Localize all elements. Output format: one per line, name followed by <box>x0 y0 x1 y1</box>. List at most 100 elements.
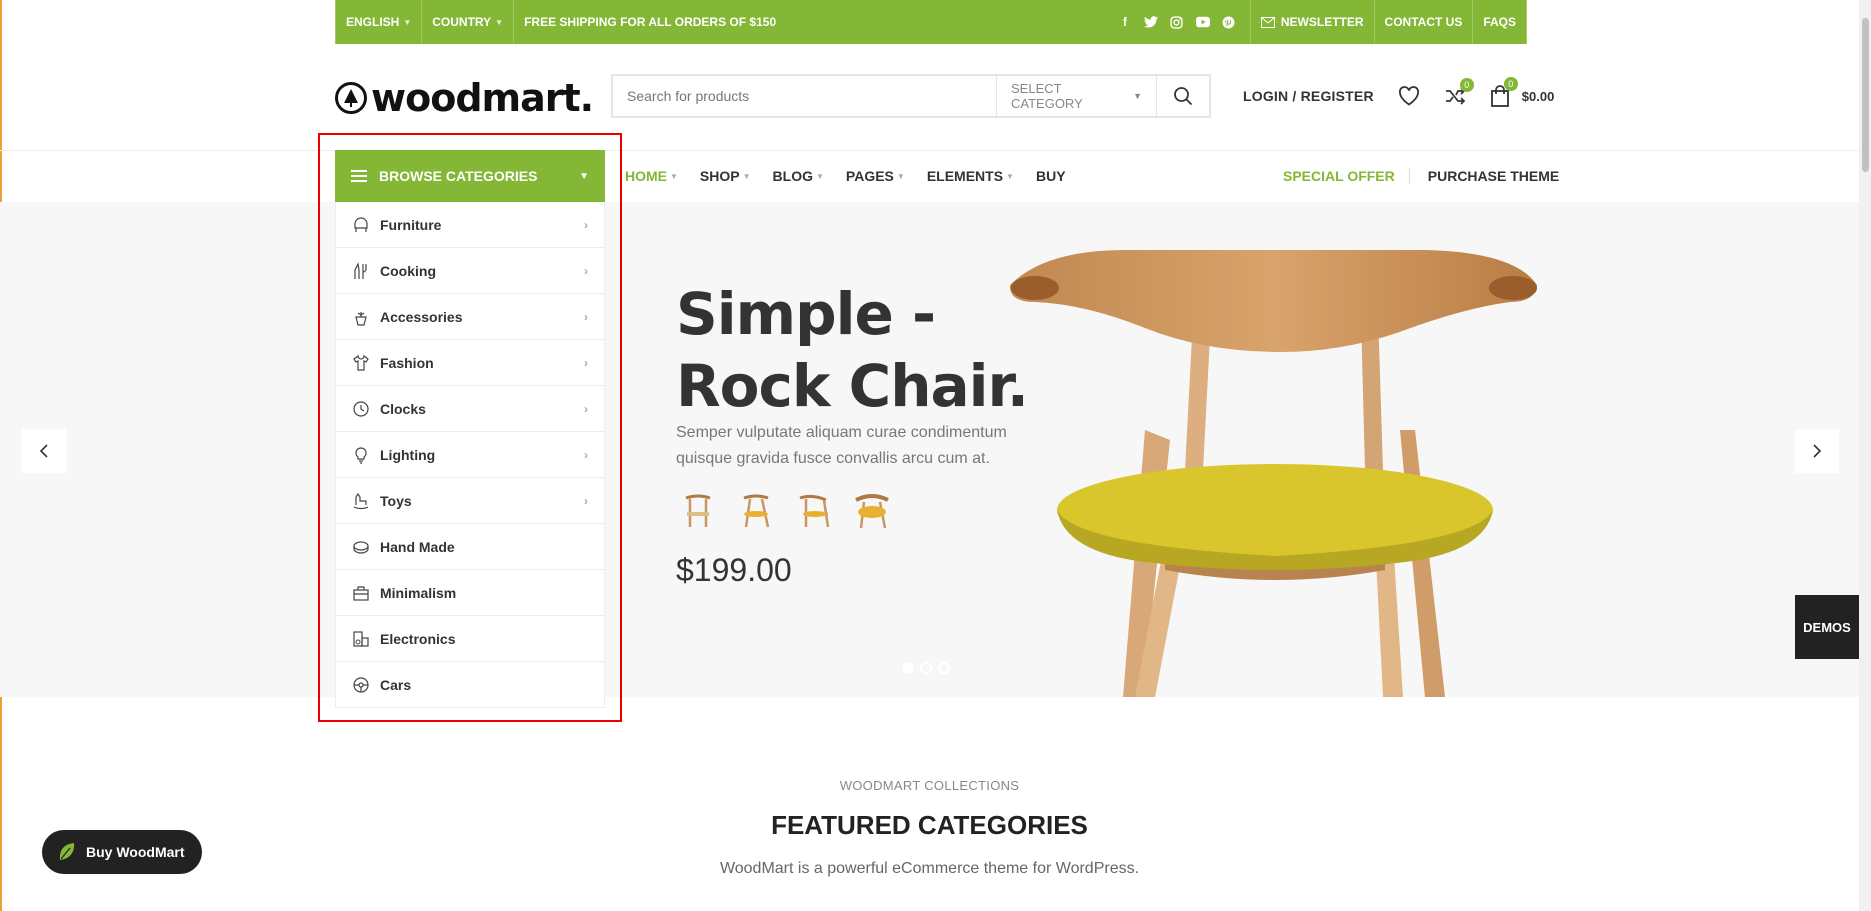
chevron-down-icon: ▼ <box>815 171 824 181</box>
category-cooking[interactable]: Cooking › <box>336 248 604 294</box>
hero-description: Semper vulputate aliquam curae condiment… <box>676 424 1007 467</box>
browse-categories-label: BROWSE CATEGORIES <box>379 168 538 184</box>
chevron-right-icon: › <box>584 493 588 508</box>
steering-wheel-icon <box>352 676 370 694</box>
cart-button[interactable]: 0 <box>1490 77 1518 107</box>
category-fashion[interactable]: Fashion › <box>336 340 604 386</box>
header-actions: LOGIN / REGISTER 0 0 $0.00 <box>1243 77 1555 108</box>
logo-text: woodmart. <box>371 76 594 120</box>
category-cars[interactable]: Cars <box>336 662 604 707</box>
chevron-right-icon: › <box>584 447 588 462</box>
category-minimalism[interactable]: Minimalism <box>336 570 604 616</box>
cart-count-badge: 0 <box>1503 77 1518 91</box>
faqs-link[interactable]: FAQS <box>1473 0 1527 44</box>
category-label: Minimalism <box>380 584 457 601</box>
buy-woodmart-button[interactable]: Buy WoodMart <box>42 830 202 874</box>
country-label: COUNTRY <box>432 15 492 29</box>
category-label: Lighting <box>380 446 436 463</box>
wishlist-button[interactable] <box>1398 86 1420 106</box>
language-selector[interactable]: ENGLISH ▼ <box>335 0 423 44</box>
page-scrollbar[interactable] <box>1859 0 1871 911</box>
category-label: Toys <box>380 492 412 509</box>
shirt-icon <box>352 354 370 372</box>
section-description: WoodMart is a powerful eCommerce theme f… <box>719 860 1140 877</box>
nav-blog[interactable]: BLOG ▼ <box>773 168 824 184</box>
chair-thumbnail[interactable] <box>734 490 778 534</box>
nav-shop-label: SHOP <box>699 168 740 184</box>
logo[interactable]: woodmart. <box>335 76 594 120</box>
slider-pagination <box>902 662 950 674</box>
search-icon <box>1174 87 1193 106</box>
slide-dot[interactable] <box>902 662 914 674</box>
cart-total[interactable]: $0.00 <box>1522 89 1555 104</box>
chair-thumbnail[interactable] <box>676 490 720 534</box>
browse-categories-toggle[interactable]: BROWSE CATEGORIES ▼ <box>335 150 605 202</box>
chevron-down-icon: ▼ <box>1133 91 1142 101</box>
nav-buy-label: BUY <box>1035 168 1066 184</box>
search-button[interactable] <box>1156 76 1209 116</box>
heart-icon <box>1398 86 1419 106</box>
nav-shop[interactable]: SHOP ▼ <box>700 168 751 184</box>
category-electronics[interactable]: Electronics <box>336 616 604 662</box>
category-label: Cooking <box>380 262 436 279</box>
facebook-icon[interactable]: f <box>1118 15 1132 29</box>
top-bar: ENGLISH ▼ COUNTRY ▼ FREE SHIPPING FOR ALL … <box>0 0 1859 44</box>
pinterest-icon[interactable] <box>1222 15 1236 29</box>
category-accessories[interactable]: Accessories › <box>336 294 604 340</box>
instagram-icon[interactable] <box>1170 15 1184 29</box>
search-input[interactable]: Search for products <box>613 88 996 104</box>
newsletter-link[interactable]: NEWSLETTER <box>1251 0 1375 44</box>
chevron-right-icon: › <box>584 263 588 278</box>
chevron-right-icon: › <box>584 401 588 416</box>
clock-icon <box>352 400 370 418</box>
chevron-down-icon: ▼ <box>896 171 905 181</box>
slider-next-button[interactable] <box>1795 429 1839 473</box>
category-label: Accessories <box>380 308 463 325</box>
slide-dot[interactable] <box>938 662 950 674</box>
special-offer-link[interactable]: SPECIAL OFFER <box>1283 168 1410 184</box>
chevron-right-icon: › <box>584 217 588 232</box>
chair-thumbnail[interactable] <box>792 490 836 534</box>
slider-prev-button[interactable] <box>22 429 66 473</box>
chevron-right-icon: › <box>584 355 588 370</box>
category-hand-made[interactable]: Hand Made <box>336 524 604 570</box>
chevron-right-icon <box>1813 444 1822 458</box>
nav-elements[interactable]: ELEMENTS ▼ <box>927 168 1014 184</box>
compare-button[interactable]: 0 <box>1444 78 1474 106</box>
nav-elements-label: ELEMENTS <box>926 168 1004 184</box>
nav-pages[interactable]: PAGES ▼ <box>846 168 905 184</box>
scrollbar-thumb[interactable] <box>1862 18 1869 172</box>
chevron-down-icon: ▼ <box>742 171 751 181</box>
nav-home[interactable]: HOME ▼ <box>625 168 678 184</box>
category-label: Electronics <box>380 630 456 647</box>
rocking-horse-icon <box>352 492 370 510</box>
nav-right: SPECIAL OFFER PURCHASE THEME <box>1283 150 1559 202</box>
shipping-notice: FREE SHIPPING FOR ALL ORDERS OF $150 <box>524 15 777 29</box>
chair-thumbnail[interactable] <box>850 490 894 534</box>
login-register-link[interactable]: LOGIN / REGISTER <box>1243 88 1374 104</box>
purchase-theme-link[interactable]: PURCHASE THEME <box>1428 168 1559 184</box>
nav-blog-label: BLOG <box>772 168 813 184</box>
category-label: Cars <box>380 676 412 693</box>
country-selector[interactable]: COUNTRY ▼ <box>422 0 515 44</box>
twitter-icon[interactable] <box>1143 15 1158 29</box>
nav-buy[interactable]: BUY <box>1036 168 1066 184</box>
site-header: woodmart. Search for products SELECT CAT… <box>0 44 1859 151</box>
categories-dropdown: Furniture › Cooking › Accessories › Fashion… <box>335 202 605 708</box>
youtube-icon[interactable] <box>1195 15 1210 29</box>
demos-button[interactable]: DEMOS <box>1795 595 1859 659</box>
electronics-icon <box>352 630 370 648</box>
category-label: Fashion <box>380 354 434 371</box>
category-select[interactable]: SELECT CATEGORY ▼ <box>996 76 1156 116</box>
slide-dot[interactable] <box>920 662 932 674</box>
category-lighting[interactable]: Lighting › <box>336 432 604 478</box>
category-clocks[interactable]: Clocks › <box>336 386 604 432</box>
category-toys[interactable]: Toys › <box>336 478 604 524</box>
chevron-down-icon: ▼ <box>579 170 589 182</box>
category-furniture[interactable]: Furniture › <box>336 202 604 248</box>
contact-link[interactable]: CONTACT US <box>1375 0 1474 44</box>
main-menu: HOME ▼ SHOP ▼ BLOG ▼ PAGES ▼ ELEMENTS ▼ BUY <box>625 150 1088 202</box>
buy-woodmart-label: Buy WoodMart <box>86 844 185 860</box>
logo-tree-icon <box>335 82 367 114</box>
chevron-right-icon: › <box>584 309 588 324</box>
